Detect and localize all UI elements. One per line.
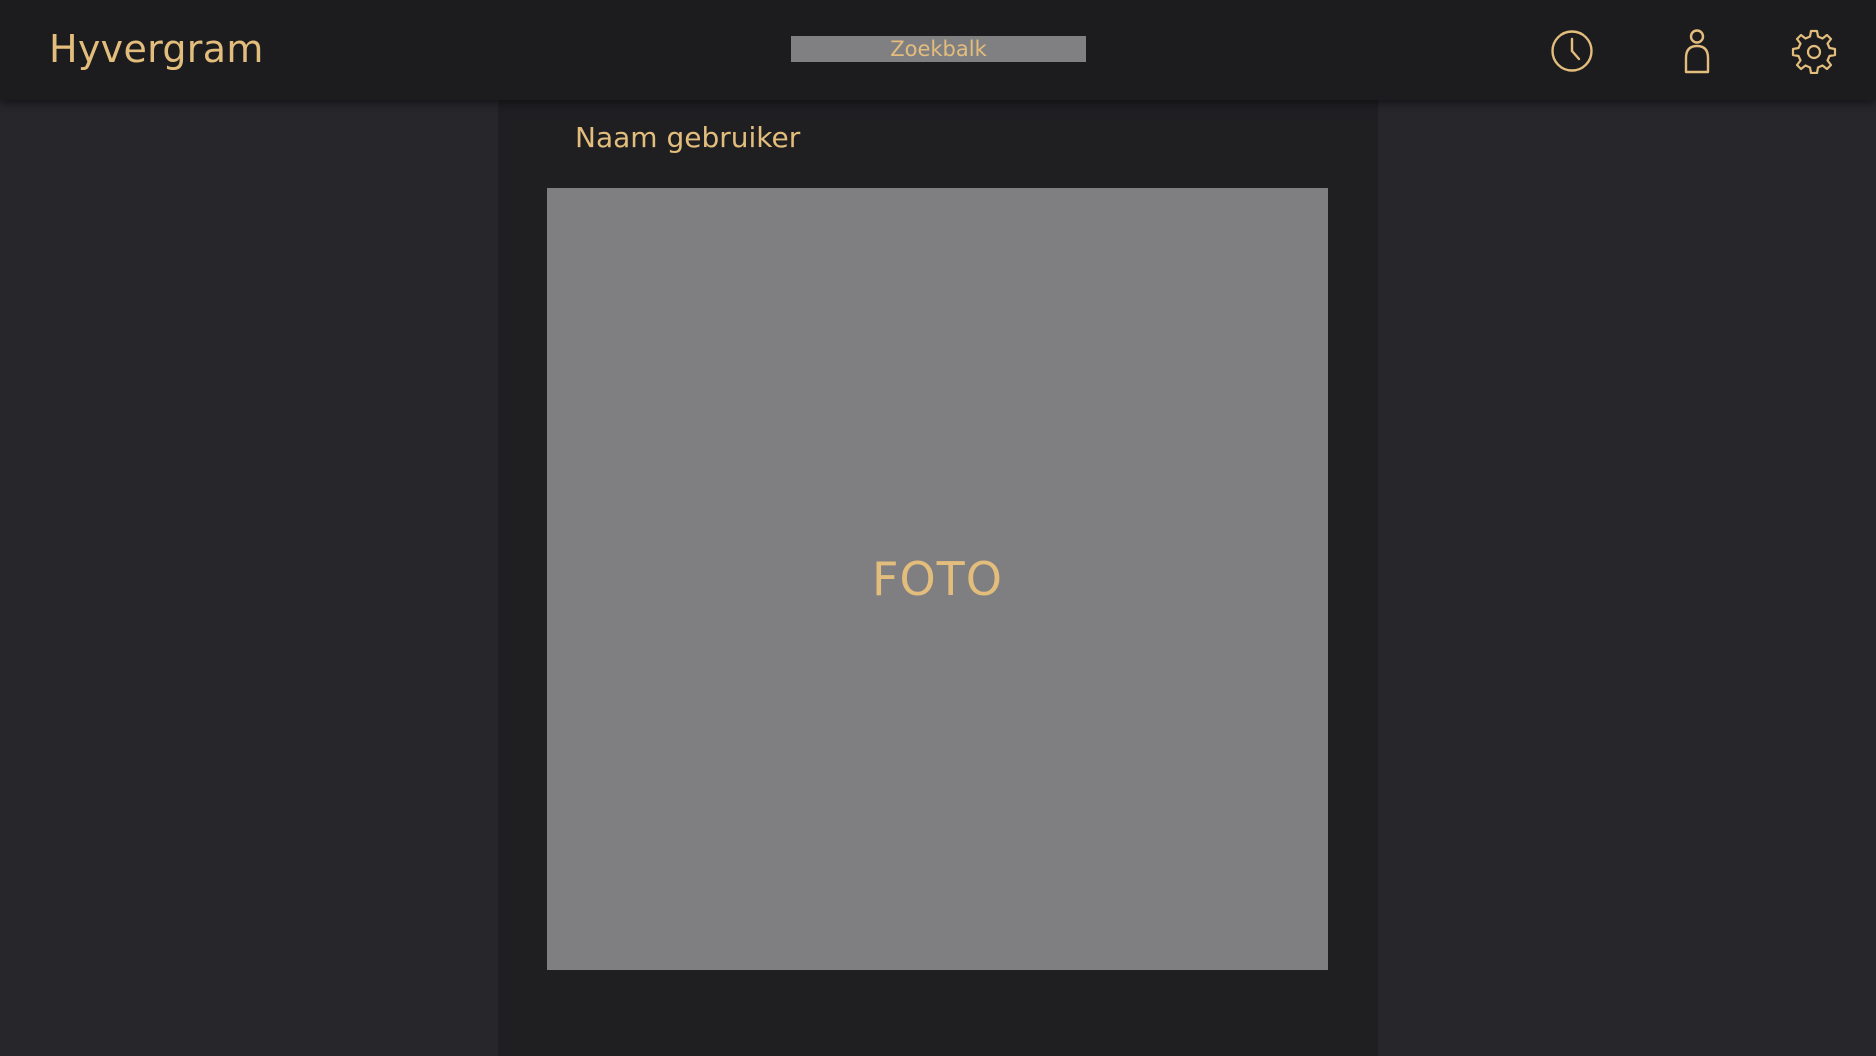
- clock-icon: [1551, 30, 1593, 72]
- post-feed: Naam gebruiker FOTO: [498, 100, 1378, 1056]
- history-button[interactable]: [1549, 28, 1595, 74]
- app-window: Hyvergram Naam gebruiker FOTO: [0, 0, 1876, 1056]
- left-sidebar: [0, 100, 498, 1056]
- post-photo[interactable]: FOTO: [547, 188, 1328, 970]
- gear-icon: [1791, 29, 1837, 74]
- top-bar: Hyvergram: [0, 0, 1876, 100]
- profile-button[interactable]: [1674, 28, 1720, 74]
- app-title[interactable]: Hyvergram: [49, 24, 264, 74]
- right-sidebar: [1378, 100, 1876, 1056]
- settings-button[interactable]: [1791, 28, 1837, 74]
- user-icon: [1684, 29, 1710, 74]
- photo-placeholder-label: FOTO: [872, 552, 1003, 606]
- search-input[interactable]: [791, 36, 1086, 62]
- post-username[interactable]: Naam gebruiker: [575, 118, 800, 158]
